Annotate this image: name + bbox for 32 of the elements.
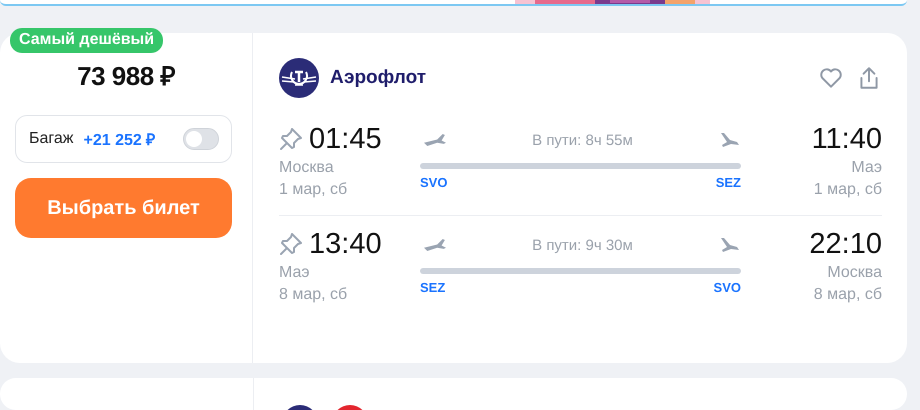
pin-icon[interactable] [279,127,303,151]
arrival-time: 22:10 [809,228,882,260]
select-ticket-button[interactable]: Выбрать билет [15,178,232,238]
departure-time: 13:40 [309,228,382,260]
arrival-city: Маэ [850,158,882,178]
departure-city: Москва [279,158,335,178]
airport-code: SVO [420,175,448,190]
airline-logo-icon [279,58,319,98]
baggage-label: Багаж [29,130,74,148]
airport-code: SVO [714,280,741,295]
arrival-date: 8 мар, сб [812,285,882,305]
takeoff-icon [424,238,446,252]
arrival-city: Москва [826,263,882,283]
airport-code: SEZ [716,175,741,190]
cheapest-badge: Самый дешёвый [10,28,164,53]
airport-code: SEZ [420,280,446,295]
departure-date: 1 мар, сб [279,180,348,200]
arrival-time: 11:40 [812,122,882,156]
arrival-date: 1 мар, сб [812,180,882,200]
ticket-price: 73 988 ₽ [76,60,176,93]
pin-icon[interactable] [279,232,303,256]
flight-duration: В пути: 8ч 55м [532,132,633,148]
departure-time: 01:45 [309,122,382,156]
airline-name: Аэрофлот [330,67,426,89]
baggage-price: +21 252 ₽ [83,131,156,150]
takeoff-icon [424,133,446,147]
flight-duration: В пути: 9ч 30м [532,236,633,254]
landing-icon [718,238,741,252]
baggage-toggle[interactable] [183,128,219,150]
departure-date: 8 мар, сб [279,285,348,305]
departure-city: Маэ [279,263,311,283]
landing-icon [718,133,741,147]
